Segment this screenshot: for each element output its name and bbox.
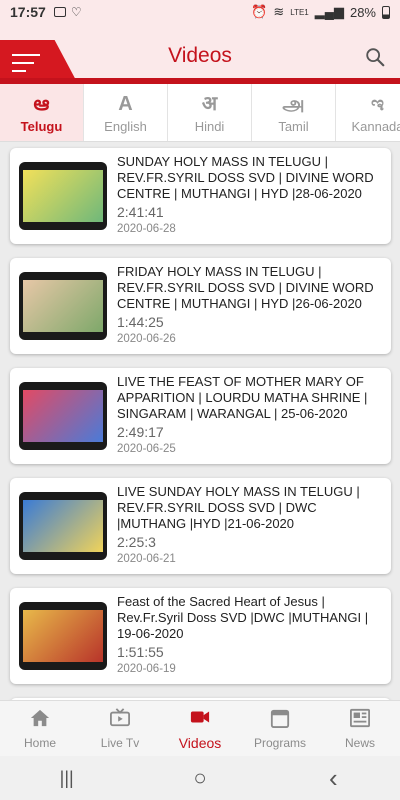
tab-kannada[interactable]: ಇ Kannada: [336, 84, 400, 141]
video-camera-icon: [189, 707, 211, 732]
tab-english[interactable]: A English: [84, 84, 168, 141]
video-title: SUNDAY HOLY MASS IN TELUGU | REV.FR.SYRI…: [117, 154, 374, 201]
search-icon[interactable]: [364, 46, 386, 68]
video-title: LIVE THE FEAST OF MOTHER MARY OF APPARIT…: [117, 374, 368, 421]
calendar-icon: [269, 708, 291, 733]
tab-label: English: [104, 118, 147, 134]
gallery-notification-icon: [53, 7, 66, 17]
nav-home[interactable]: Home: [0, 701, 80, 756]
nav-label: Live Tv: [100, 735, 140, 750]
home-button[interactable]: ○: [180, 763, 220, 793]
language-glyph-icon: अ: [201, 92, 218, 115]
video-duration: 2:49:17: [117, 424, 164, 440]
nav-live-tv[interactable]: Live Tv: [80, 701, 160, 756]
app-header: Videos: [0, 24, 400, 84]
heart-notification-icon: ♡: [70, 5, 82, 19]
tab-label: Telugu: [20, 118, 63, 134]
video-duration: 2:41:41: [117, 204, 164, 220]
page-title: Videos: [168, 44, 232, 67]
tab-telugu[interactable]: ఆ Telugu: [0, 84, 84, 141]
video-title: FRIDAY HOLY MASS IN TELUGU | REV.FR.SYRI…: [117, 264, 374, 311]
video-date: 2020-06-28: [117, 223, 176, 235]
nav-label: Home: [23, 735, 56, 750]
recents-button[interactable]: |||: [47, 763, 87, 793]
tab-label: Tamil: [278, 118, 309, 134]
nav-label: Videos: [178, 734, 222, 751]
video-title: LIVE SUNDAY HOLY MASS IN TELUGU | REV.FR…: [117, 484, 360, 531]
language-glyph-icon: A: [118, 92, 133, 115]
back-button[interactable]: ‹: [313, 763, 353, 793]
video-card[interactable]: Feast of the Sacred Heart of Jesus | Rev…: [10, 588, 391, 684]
nav-news[interactable]: News: [320, 701, 400, 756]
video-card[interactable]: LIVE THE FEAST OF MOTHER MARY OF APPARIT…: [10, 368, 391, 464]
nav-videos[interactable]: Videos: [160, 701, 240, 756]
tab-hindi[interactable]: अ Hindi: [168, 84, 252, 141]
tv-icon: [109, 707, 131, 733]
tab-label: Hindi: [194, 118, 225, 134]
video-title: Feast of the Sacred Heart of Jesus | Rev…: [117, 594, 369, 641]
video-card[interactable]: SUNDAY HOLY MASS IN TELUGU | REV.FR.SYRI…: [10, 148, 391, 244]
video-thumbnail[interactable]: [19, 162, 107, 230]
battery-icon: [382, 5, 390, 19]
battery-text: 28%: [349, 4, 376, 20]
tab-label: Kannada: [351, 118, 400, 134]
video-thumbnail[interactable]: [19, 492, 107, 560]
video-duration: 1:51:55: [117, 644, 164, 660]
language-tabs: ఆ Telugu A English अ Hindi அ Tamil ಇ Kannada: [0, 84, 400, 142]
video-thumbnail[interactable]: [19, 272, 107, 340]
language-glyph-icon: ಇ: [371, 92, 384, 115]
video-duration: 1:44:25: [117, 314, 164, 330]
nav-programs[interactable]: Programs: [240, 701, 320, 756]
wifi-icon: ≋: [273, 4, 285, 19]
network-label: LTE1: [290, 7, 309, 17]
video-thumbnail[interactable]: [19, 602, 107, 670]
video-list[interactable]: SUNDAY HOLY MASS IN TELUGU | REV.FR.SYRI…: [0, 142, 400, 700]
alarm-icon: ⏰: [251, 4, 268, 19]
video-date: 2020-06-21: [117, 553, 176, 565]
video-date: 2020-06-25: [117, 443, 176, 455]
status-time: 17:57: [10, 4, 46, 20]
system-navigation-bar: ||| ○ ‹: [0, 756, 400, 800]
language-glyph-icon: அ: [282, 92, 305, 115]
newspaper-icon: [349, 708, 371, 733]
language-glyph-icon: ఆ: [33, 92, 50, 115]
status-bar: 17:57 ♡ ⏰ ≋ LTE1 ▂▄▆ 28%: [0, 0, 400, 24]
video-date: 2020-06-26: [117, 333, 176, 345]
bottom-navigation: Home Live Tv Videos Programs News: [0, 700, 400, 756]
video-date: 2020-06-19: [117, 663, 176, 675]
home-icon: [29, 708, 51, 733]
video-card[interactable]: LIVE SUNDAY HOLY MASS IN TELUGU | REV.FR…: [10, 478, 391, 574]
signal-icon: ▂▄▆: [314, 4, 344, 19]
video-card[interactable]: FRIDAY HOLY MASS IN TELUGU | REV.FR.SYRI…: [10, 258, 391, 354]
nav-label: News: [344, 735, 375, 750]
video-duration: 2:25:3: [117, 534, 156, 550]
tab-tamil[interactable]: அ Tamil: [252, 84, 336, 141]
nav-label: Programs: [253, 735, 306, 750]
video-thumbnail[interactable]: [19, 382, 107, 450]
